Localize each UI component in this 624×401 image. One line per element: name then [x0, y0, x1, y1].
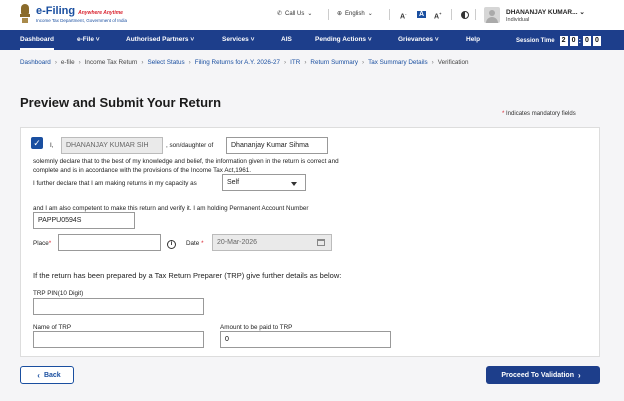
- language-label: English: [345, 10, 365, 17]
- taxpayer-name-field: DHANANJAY KUMAR SIH: [61, 137, 163, 154]
- call-us-label: Call Us: [285, 10, 305, 17]
- chevron-down-icon: ˅: [95, 36, 100, 43]
- session-digit: 0: [582, 36, 591, 46]
- breadcrumb-return-summary[interactable]: Return Summary: [310, 59, 358, 66]
- language-selector[interactable]: ⊕ English ⌄: [337, 10, 373, 18]
- chevron-right-icon: ›: [577, 370, 581, 380]
- breadcrumb-filing-returns[interactable]: Filing Returns for A.Y. 2026-27: [195, 59, 280, 66]
- divider: [328, 9, 329, 20]
- call-us-menu[interactable]: ✆ Call Us ⌄: [277, 10, 313, 18]
- date-label: Date *: [186, 240, 204, 247]
- chevron-down-icon: ˅: [190, 36, 195, 43]
- place-input[interactable]: [58, 234, 161, 251]
- font-size-increase-button[interactable]: A+: [434, 11, 441, 20]
- session-digit: 0: [569, 36, 578, 46]
- back-button[interactable]: ‹ Back: [20, 366, 74, 384]
- breadcrumb-verification: Verification: [437, 59, 469, 66]
- nav-pending-actions[interactable]: Pending Actions ˅: [315, 36, 372, 43]
- chevron-down-icon: [291, 182, 297, 186]
- logo-subtitle: Income Tax Department, Government of Ind…: [36, 18, 127, 23]
- declaration-line-2: complete and is in accordance with the p…: [33, 167, 251, 174]
- nav-dashboard[interactable]: Dashboard: [20, 36, 54, 50]
- chevron-down-icon: ⌄: [579, 9, 585, 16]
- trp-amount-label: Amount to be paid to TRP: [220, 324, 293, 331]
- capacity-select[interactable]: Self: [222, 174, 306, 191]
- user-role: Individual: [506, 17, 530, 23]
- nav-grievances[interactable]: Grievances ˅: [398, 36, 439, 43]
- breadcrumb-dashboard[interactable]: Dashboard: [20, 59, 51, 66]
- breadcrumb-income-tax-return: Income Tax Return: [84, 59, 138, 66]
- efiling-logo[interactable]: e-Filing Anywhere Anytime Income Tax Depa…: [18, 3, 127, 25]
- info-icon[interactable]: i: [167, 240, 176, 249]
- divider: [389, 9, 390, 20]
- father-name-field[interactable]: Dhananjay Kumar Sihma: [226, 137, 328, 154]
- proceed-to-validation-button[interactable]: Proceed To Validation ›: [486, 366, 600, 384]
- session-digit: 2: [559, 36, 568, 46]
- calendar-icon: [317, 239, 325, 246]
- divider: [475, 9, 476, 20]
- breadcrumb-select-status[interactable]: Select Status: [148, 59, 185, 66]
- font-size-normal-button[interactable]: A: [417, 11, 427, 18]
- nav-efile[interactable]: e-File ˅: [77, 36, 100, 43]
- trp-pin-label: TRP PIN(10 Digit): [33, 290, 84, 297]
- trp-pin-input[interactable]: [33, 298, 204, 315]
- son-of-label: , son/daughter of: [166, 142, 214, 149]
- declaration-checkbox[interactable]: ✓: [31, 137, 43, 149]
- logo-title: e-Filing: [36, 5, 76, 17]
- divider: [451, 9, 452, 20]
- check-icon: ✓: [33, 138, 41, 148]
- globe-icon: ⊕: [337, 11, 343, 17]
- session-timer: Session Time 2 0 : 0 0: [516, 36, 601, 46]
- chevron-down-icon: ⌄: [367, 11, 373, 17]
- date-field: 20-Mar-2026: [212, 234, 332, 251]
- chevron-down-icon: ˅: [367, 36, 372, 43]
- place-label: Place*: [33, 240, 52, 247]
- font-size-decrease-button[interactable]: A-: [400, 11, 406, 20]
- session-label: Session Time: [516, 38, 555, 44]
- breadcrumb-tax-summary-details[interactable]: Tax Summary Details: [368, 59, 428, 66]
- page-title: Preview and Submit Your Return: [20, 95, 222, 110]
- declaration-line-1: solemnly declare that to the best of my …: [33, 158, 339, 165]
- chevron-down-icon: ˅: [250, 36, 255, 43]
- phone-icon: ✆: [277, 11, 283, 17]
- capacity-label: I further declare that I am making retur…: [33, 180, 197, 187]
- nav-help[interactable]: Help: [466, 36, 480, 43]
- trp-amount-input[interactable]: [220, 331, 391, 348]
- nav-authorised-partners[interactable]: Authorised Partners ˅: [126, 36, 194, 43]
- user-name[interactable]: DHANANJAY KUMAR... ⌄: [506, 8, 585, 16]
- trp-name-input[interactable]: [33, 331, 204, 348]
- nav-ais[interactable]: AIS: [281, 36, 292, 43]
- pan-field[interactable]: PAPPU0594S: [33, 212, 135, 229]
- session-digit: 0: [592, 36, 601, 46]
- chevron-down-icon: ˅: [434, 36, 439, 43]
- contrast-toggle-icon[interactable]: [461, 11, 469, 19]
- nav-services[interactable]: Services ˅: [222, 36, 254, 43]
- breadcrumb-itr[interactable]: ITR: [290, 59, 300, 66]
- avatar[interactable]: [484, 7, 500, 23]
- logo-tagline: Anywhere Anytime: [78, 10, 123, 16]
- main-nav: Dashboard e-File ˅ Authorised Partners ˅…: [0, 30, 624, 50]
- top-bar: e-Filing Anywhere Anytime Income Tax Depa…: [0, 0, 624, 30]
- mandatory-note: * Indicates mandatory fields: [502, 111, 576, 117]
- breadcrumb-efile: e-file: [60, 59, 75, 66]
- trp-name-label: Name of TRP: [33, 324, 72, 331]
- trp-heading: If the return has been prepared by a Tax…: [33, 271, 342, 280]
- breadcrumb: Dashboard › e-file › Income Tax Return › Se…: [20, 59, 469, 66]
- chevron-down-icon: ⌄: [307, 11, 313, 17]
- pan-label: and I am also competent to make this ret…: [33, 205, 309, 212]
- national-emblem-icon: [18, 3, 32, 25]
- i-label: I,: [50, 142, 54, 149]
- chevron-left-icon: ‹: [37, 370, 40, 380]
